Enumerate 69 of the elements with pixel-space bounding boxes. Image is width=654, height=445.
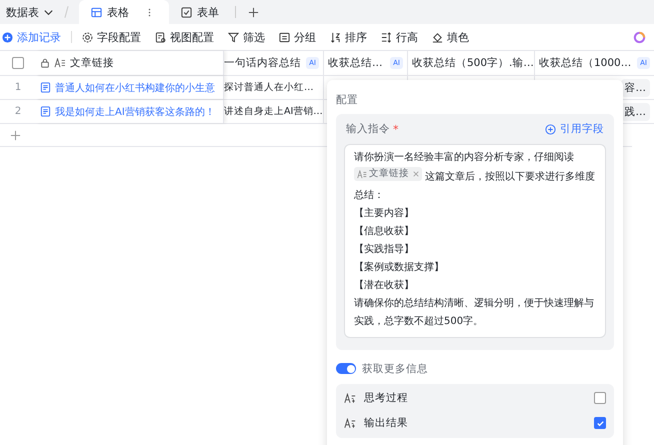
view-tab[interactable]: 表格 [79,0,169,24]
prompt-text: 实践，总字数不超过500字。 [354,316,484,326]
toolbar-button[interactable]: 字段配置 [82,30,141,44]
filter-icon [228,32,239,42]
prompt-text: 【案例或数据支撑】 [354,262,444,272]
prompt-text: 【潜在收获】 [354,280,414,290]
toolbar-button[interactable]: 行高 [381,30,418,44]
ai-text-icon [344,392,356,404]
row-number: 1 [14,82,22,93]
ring-icon[interactable] [633,30,646,44]
toggle-switch[interactable] [336,363,356,374]
paint-bucket-icon [432,32,443,42]
option-checkbox[interactable] [594,417,606,429]
toolbar-button[interactable]: 排序 [330,30,367,44]
column-header[interactable]: 收获总结（500字）.输… [412,56,534,70]
more-icon[interactable] [148,6,151,18]
table-cell: 践… [620,102,650,120]
prompt-text: 【实践指导】 [354,244,414,254]
list-icon [279,32,290,42]
grid-icon [91,6,102,18]
toolbar-button[interactable]: 视图配置 [155,30,214,44]
add-view-icon[interactable] [248,6,259,18]
option-label: 思考过程 [364,391,408,405]
row-number: 2 [14,106,22,117]
prompt-text: 这篇文章后，按照以下要求进行多维度 [425,172,595,182]
lock-icon [40,58,50,68]
plus-circle-icon [545,124,556,134]
article-link[interactable]: 普通人如何在小红书构建你的小生意 [55,80,215,94]
document-icon [40,82,51,93]
prompt-text: 总结： [354,190,384,200]
close-icon[interactable] [413,171,419,177]
instruction-label: 输入指令 [346,122,390,136]
ai-text-icon [344,418,356,428]
select-all-checkbox[interactable] [12,57,24,69]
view-settings-icon [155,32,166,42]
prompt-text: 【主要内容】 [354,208,414,218]
text-field-icon [357,170,367,178]
form-icon [181,6,192,18]
prompt-text: 请确保你的总结结构清晰、逻辑分明，便于快速理解与 [354,298,594,308]
section-title: 配置 [336,93,359,107]
add-row-icon[interactable] [10,130,21,140]
dataset-dropdown[interactable]: 数据表 [0,4,60,20]
toolbar-button[interactable]: 筛选 [228,30,265,44]
prompt-text: 【信息收获】 [354,226,414,236]
document-icon [40,106,51,117]
column-header[interactable]: 收获总结（1000… [539,56,632,70]
table-cell: 探讨普通人在小红… [224,81,314,94]
row-height-icon [381,32,392,42]
view-tab[interactable]: 表单 [169,0,231,24]
text-field-icon [54,58,66,68]
table-cell: 容… [620,78,650,96]
instruction-input[interactable]: 请你扮演一名经验丰富的内容分析专家，仔细阅读 文章链接 这篇文章后，按照以下要求进行多维度 总结： 【主要内容】 【信息收获】 【实践指导】 【案例或数据支撑】 【潜在收获】 请确保你的总结结构清晰、逻辑分明，便于快速理解与 实践，总字数不超过500字。 [344,144,606,338]
sort-icon [330,32,341,42]
toolbar-button[interactable]: 填色 [432,30,469,44]
prompt-text: 请你扮演一名经验丰富的内容分析专家，仔细阅读 [354,152,574,163]
check-icon [596,418,604,428]
reference-field-button[interactable]: 引用字段 [545,122,604,136]
article-link[interactable]: 我是如何走上AI营销获客这条路的！ [55,104,215,118]
option-checkbox[interactable] [594,392,606,404]
toggle-label: 获取更多信息 [362,362,428,376]
required-mark: * [393,122,398,136]
column-header[interactable]: 收获总结… [328,56,382,70]
column-header[interactable]: 一句话内容总结 [224,56,301,70]
add-record-button[interactable]: 添加记录 [2,30,61,44]
gear-icon [82,32,93,42]
column-header[interactable]: 文章链接 [70,56,114,70]
toolbar-button[interactable]: 分组 [279,30,316,44]
option-label: 输出结果 [364,416,408,430]
table-cell: 讲述自身走上AI营销… [224,105,323,118]
